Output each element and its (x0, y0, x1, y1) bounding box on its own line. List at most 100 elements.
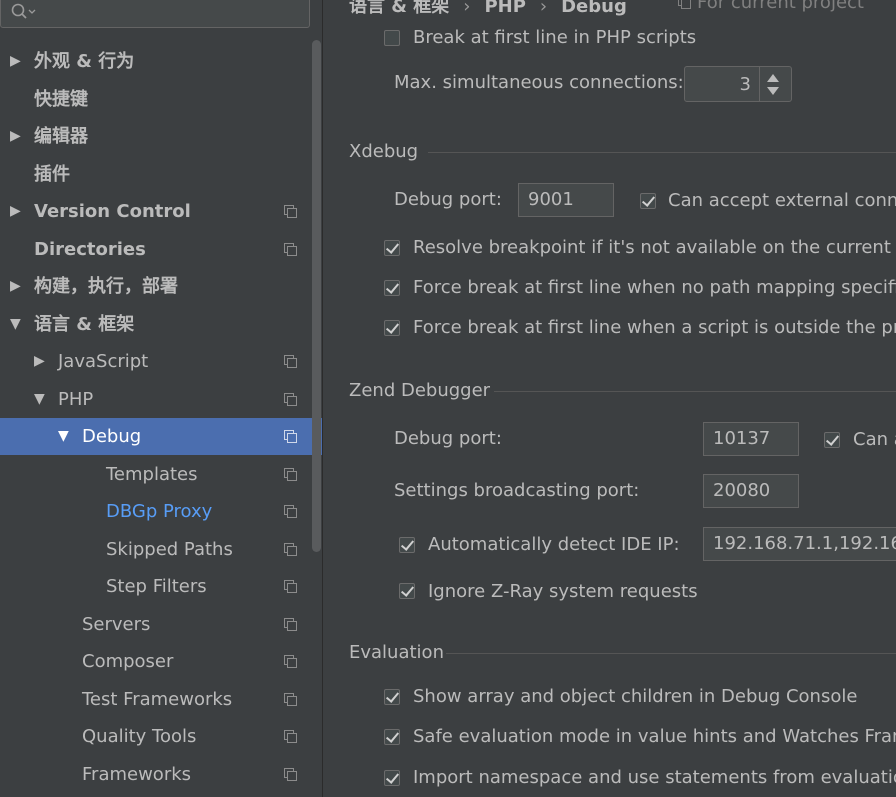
project-scope-icon (284, 692, 297, 706)
tree-item[interactable]: Templates (0, 456, 322, 493)
tree-item[interactable]: ▶ JavaScript (0, 343, 322, 380)
spinner-divider (759, 67, 760, 101)
tree-item-label: Composer (82, 651, 174, 672)
accept-external-label: Can accept external connections (668, 190, 896, 211)
project-scope-icon (284, 242, 297, 256)
zend-accept-label: Can accept external connections (853, 429, 896, 450)
collapsed-arrow-icon[interactable]: ▶ (10, 268, 24, 305)
tree-item[interactable]: Quality Tools (0, 718, 322, 755)
breadcrumb-part: Debug (561, 0, 627, 17)
xdebug-section-title: Xdebug (349, 141, 419, 162)
spinner-down-icon[interactable] (767, 87, 779, 95)
breadcrumb-separator: › (539, 0, 548, 17)
collapsed-arrow-icon[interactable]: ▶ (10, 193, 24, 230)
breadcrumb: 语言 & 框架 › PHP › Debug (349, 0, 641, 17)
tree-item[interactable]: Composer (0, 643, 322, 680)
spinner-up-icon[interactable] (767, 74, 779, 82)
tree-item[interactable]: ▼ 语言 & 框架 (0, 306, 322, 343)
collapsed-arrow-icon[interactable]: ▶ (10, 43, 24, 80)
break-first-line-checkbox[interactable] (384, 30, 400, 46)
collapsed-arrow-icon[interactable]: ▶ (10, 118, 24, 155)
collapsed-arrow-icon[interactable]: ▶ (34, 343, 48, 380)
ignore-zray-checkbox[interactable] (399, 583, 415, 599)
max-connections-label: Max. simultaneous connections: (394, 72, 684, 93)
debug-settings-panel: 语言 & 框架 › PHP › Debug For current project Br… (324, 0, 896, 797)
tree-item-label: Directories (34, 238, 146, 260)
resolve-breakpoint-checkbox[interactable] (384, 240, 400, 256)
ignore-zray-label: Ignore Z-Ray system requests (428, 581, 698, 602)
sidebar-scrollbar[interactable] (312, 40, 321, 552)
tree-item[interactable]: Test Frameworks (0, 681, 322, 718)
project-scope-icon (284, 505, 297, 518)
max-connections-spinner[interactable]: 3 (684, 66, 792, 102)
tree-item[interactable]: 快捷键 (0, 81, 322, 118)
xdebug-port-input[interactable]: 9001 (518, 183, 614, 217)
tree-item[interactable]: Directories (0, 231, 322, 268)
expanded-arrow-icon[interactable]: ▼ (58, 418, 72, 455)
breadcrumb-part[interactable]: 语言 & 框架 (349, 0, 449, 17)
tree-item[interactable]: ▼ Debug (0, 418, 322, 455)
tree-item-label: Quality Tools (82, 726, 197, 747)
tree-item-label: PHP (58, 388, 94, 410)
tree-item[interactable]: Frameworks (0, 756, 322, 793)
tree-item-label: JavaScript (58, 351, 149, 372)
settings-window: ▶ 外观 & 行为 快捷键 ▶ 编辑器插件 ▶ Version Control Directo… (0, 0, 896, 797)
project-scope-icon (284, 467, 297, 481)
force-break-no-mapping-checkbox[interactable] (384, 280, 400, 296)
expanded-arrow-icon[interactable]: ▼ (34, 381, 48, 418)
copy-icon (678, 0, 691, 9)
show-array-label: Show array and object children in Debug … (413, 686, 858, 707)
breadcrumb-part[interactable]: PHP (484, 0, 525, 17)
tree-item[interactable]: ▼ PHP (0, 381, 322, 418)
auto-detect-ip-checkbox[interactable] (399, 537, 415, 553)
expanded-arrow-icon[interactable]: ▼ (10, 306, 24, 343)
broadcast-port-input[interactable]: 20080 (703, 474, 799, 508)
scope-hint-label: For current project (697, 0, 864, 13)
evaluation-section-title: Evaluation (349, 642, 444, 663)
safe-eval-label: Safe evaluation mode in value hints and … (413, 726, 896, 747)
accept-external-checkbox[interactable] (640, 193, 656, 209)
show-array-checkbox[interactable] (384, 689, 400, 705)
project-scope-icon (284, 205, 297, 218)
tree-item-label: Frameworks (82, 763, 192, 785)
zend-section-title: Zend Debugger (349, 380, 491, 401)
tree-item-label: 插件 (34, 163, 70, 185)
tree-item-label: 快捷键 (34, 88, 88, 110)
force-break-outside-label: Force break at first line when a script … (413, 317, 896, 338)
ide-ip-input[interactable]: 192.168.71.1,192.168.2.1 (703, 527, 896, 561)
tree-item[interactable]: DBGp Proxy (0, 493, 322, 530)
import-namespace-checkbox[interactable] (384, 770, 400, 786)
broadcast-port-label: Settings broadcasting port: (394, 480, 640, 501)
zend-port-input[interactable]: 10137 (703, 422, 799, 456)
tree-item-label: Servers (82, 613, 151, 635)
force-break-outside-checkbox[interactable] (384, 320, 400, 336)
tree-item[interactable]: ▶ Version Control (0, 193, 322, 230)
settings-sidebar: ▶ 外观 & 行为 快捷键 ▶ 编辑器插件 ▶ Version Control Directo… (0, 0, 323, 797)
tree-item[interactable]: ▶ 外观 & 行为 (0, 43, 322, 80)
project-scope-icon (284, 617, 297, 631)
project-scope-icon (284, 392, 297, 406)
zend-accept-checkbox[interactable] (824, 432, 840, 448)
project-scope-icon (284, 655, 297, 668)
project-scope-icon (284, 767, 297, 781)
project-scope-icon (284, 542, 297, 556)
tree-item[interactable]: ▶ 构建，执行，部署 (0, 268, 322, 305)
tree-item[interactable]: Skipped Paths (0, 531, 322, 568)
tree-item-label: Test Frameworks (82, 688, 233, 710)
section-divider (494, 391, 896, 392)
search-input[interactable] (0, 0, 310, 28)
safe-eval-checkbox[interactable] (384, 729, 400, 745)
tree-item-label: Skipped Paths (106, 538, 233, 560)
tree-item[interactable]: Step Filters (0, 568, 322, 605)
tree-item[interactable]: ▶ 编辑器 (0, 118, 322, 155)
tree-item[interactable]: Servers (0, 606, 322, 643)
tree-item-label: 外观 & 行为 (34, 51, 135, 72)
break-first-line-label: Break at first line in PHP scripts (413, 27, 697, 48)
xdebug-port-label: Debug port: (394, 189, 502, 210)
section-divider (446, 653, 896, 654)
tree-item[interactable]: 插件 (0, 156, 322, 193)
tree-item-label: Debug (82, 426, 142, 447)
import-namespace-label: Import namespace and use statements from… (413, 767, 896, 788)
tree-item-label: 语言 & 框架 (34, 313, 135, 335)
zend-port-label: Debug port: (394, 428, 502, 449)
